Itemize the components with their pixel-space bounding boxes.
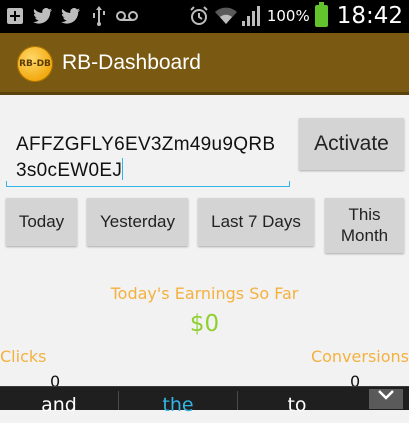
clicks-label: Clicks <box>0 347 47 366</box>
notification-icons <box>4 5 138 27</box>
app-logo-icon[interactable]: RB-DB <box>17 46 53 82</box>
suggestion-3[interactable]: to <box>238 387 356 416</box>
twitter-icon <box>32 5 54 27</box>
suggestion-2[interactable]: the <box>119 387 237 416</box>
suggestion-1[interactable]: and <box>0 387 118 416</box>
yesterday-button[interactable]: Yesterday <box>87 198 188 246</box>
alarm-icon <box>188 5 210 27</box>
conversions-label: Conversions <box>310 347 409 366</box>
keyboard-suggestion-bar: and the to <box>0 386 409 416</box>
api-key-input[interactable]: AFFZGFLY6EV3Zm49u9QRB3s0cEW0EJ <box>6 124 290 188</box>
clock: 18:42 <box>336 3 403 29</box>
battery-icon <box>314 2 328 27</box>
voicemail-icon <box>116 5 138 27</box>
api-key-underline <box>6 181 290 187</box>
keyboard-collapse-icon[interactable] <box>369 389 403 409</box>
usb-icon <box>88 5 110 27</box>
system-icons: 100% 18:42 <box>188 2 403 29</box>
earnings-label: Today's Earnings So Far <box>110 284 299 303</box>
today-button[interactable]: Today <box>6 198 77 246</box>
this-month-button[interactable]: This Month <box>325 198 404 253</box>
plus-icon <box>4 5 26 27</box>
last-7-days-button[interactable]: Last 7 Days <box>198 198 314 246</box>
app-title: RB-Dashboard <box>62 51 201 74</box>
action-bar: RB-DB RB-Dashboard <box>0 33 409 95</box>
status-bar: 100% 18:42 <box>0 0 409 33</box>
signal-icon <box>241 6 262 26</box>
wifi-icon <box>214 5 237 27</box>
earnings-value: $0 <box>189 311 220 337</box>
text-cursor <box>122 158 124 180</box>
twitter-icon <box>60 5 82 27</box>
battery-percent: 100% <box>266 7 310 25</box>
activate-button[interactable]: Activate <box>299 118 404 170</box>
api-key-value: AFFZGFLY6EV3Zm49u9QRB3s0cEW0EJ <box>16 134 276 181</box>
